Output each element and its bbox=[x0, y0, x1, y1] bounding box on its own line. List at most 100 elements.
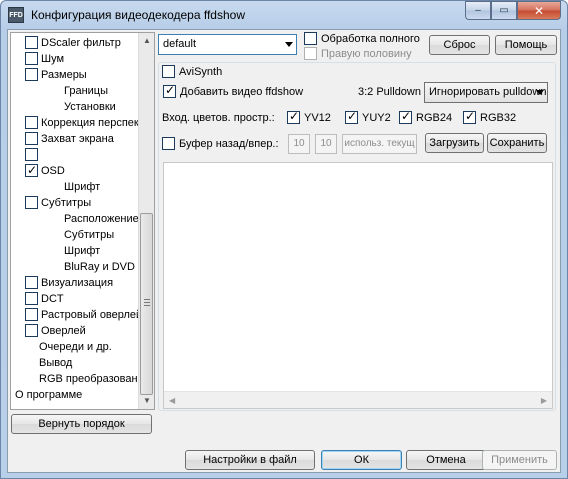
buffer-option[interactable]: Буфер назад/впер.: bbox=[162, 137, 279, 151]
scroll-left-icon[interactable]: ◀ bbox=[169, 392, 175, 409]
tree-item-4[interactable]: Установки bbox=[64, 99, 116, 115]
colorspace-rgb32-option[interactable]: RGB32 bbox=[463, 109, 516, 125]
tree-scrollbar[interactable]: ▲ ▼ bbox=[138, 33, 154, 409]
add-video-label: Добавить видео ffdshow bbox=[180, 86, 304, 98]
buffer-label: Буфер назад/впер.: bbox=[179, 138, 279, 150]
buffer-checkbox[interactable] bbox=[162, 137, 175, 150]
full-processing-option[interactable]: Обработка полного bbox=[304, 32, 420, 46]
pulldown-label: 3:2 Pulldown bbox=[358, 86, 421, 98]
reset-button[interactable]: Сброс bbox=[429, 35, 490, 55]
right-half-option[interactable]: Правую половину bbox=[304, 47, 412, 61]
apply-button[interactable]: Применить bbox=[482, 450, 557, 470]
colorspace-rgb24-checkbox[interactable] bbox=[399, 109, 412, 124]
add-video-option[interactable]: Добавить видео ffdshow bbox=[163, 83, 304, 99]
buffer-forward-field[interactable]: 10 bbox=[315, 134, 337, 154]
tree-item-3[interactable]: Границы bbox=[64, 83, 108, 99]
tree-item-checkbox[interactable] bbox=[25, 308, 38, 321]
reorder-arrows-icon[interactable]: ▲ ▼ bbox=[13, 148, 23, 162]
tree-item-7[interactable]: ▲ ▼ AviSynth bbox=[13, 147, 137, 163]
colorspace-rgb24-label: RGB24 bbox=[416, 112, 453, 124]
scroll-right-icon[interactable]: ▶ bbox=[541, 392, 547, 409]
cancel-button[interactable]: Отмена bbox=[406, 450, 486, 470]
tree-item-checkbox[interactable] bbox=[25, 68, 38, 81]
add-video-checkbox[interactable] bbox=[163, 83, 176, 98]
colorspace-yv12-checkbox[interactable] bbox=[287, 109, 300, 124]
tree-item-checkbox[interactable] bbox=[25, 276, 38, 289]
maximize-button[interactable]: ▭ bbox=[491, 1, 517, 20]
save-script-button[interactable]: Сохранить bbox=[487, 133, 547, 153]
colorspace-label: Вход. цветов. простр.: bbox=[162, 112, 275, 124]
avisynth-enable-option[interactable]: AviSynth bbox=[162, 65, 226, 79]
scroll-thumb[interactable] bbox=[140, 213, 153, 395]
tree-item-label: AviSynth bbox=[41, 149, 85, 161]
tree-item-18[interactable]: Оверлей bbox=[25, 323, 86, 339]
tree-item-19[interactable]: Очереди и др. bbox=[39, 339, 112, 355]
colorspace-rgb32-checkbox[interactable] bbox=[463, 109, 476, 124]
tree-item-checkbox[interactable] bbox=[25, 116, 38, 129]
tree-item-checkbox[interactable] bbox=[25, 196, 38, 209]
tree-item-10[interactable]: Субтитры bbox=[25, 195, 91, 211]
title-bar[interactable]: FFD Конфигурация видеодекодера ffdshow –… bbox=[1, 1, 567, 29]
tree-item-21[interactable]: RGB преобразование bbox=[39, 371, 150, 387]
tree-item-checkbox[interactable] bbox=[25, 162, 38, 178]
tree-item-checkbox[interactable] bbox=[25, 52, 38, 65]
tree-item-9[interactable]: Шрифт bbox=[64, 179, 100, 195]
colorspace-yuy2-checkbox[interactable] bbox=[345, 109, 358, 124]
tree-item-checkbox[interactable] bbox=[25, 36, 38, 49]
scroll-up-icon[interactable]: ▲ bbox=[139, 33, 154, 49]
tree-item-label: Оверлей bbox=[41, 325, 86, 337]
tree-item-label: BluRay и DVD bbox=[64, 261, 135, 273]
tree-item-16[interactable]: DCT bbox=[25, 291, 64, 307]
tree-item-label: Шрифт bbox=[64, 181, 101, 193]
tree-item-checkbox[interactable] bbox=[25, 324, 38, 337]
tree-item-12[interactable]: Субтитры bbox=[64, 227, 114, 243]
save-settings-to-file-button[interactable]: Настройки в файл bbox=[185, 450, 315, 470]
tree-item-label: Шрифт bbox=[64, 245, 101, 257]
buffer-use-current-field[interactable]: использ. текущ bbox=[342, 134, 417, 154]
right-half-checkbox[interactable] bbox=[304, 47, 317, 60]
minimize-button[interactable]: – bbox=[465, 1, 491, 20]
avisynth-enable-checkbox[interactable] bbox=[162, 65, 175, 78]
tree-item-checkbox[interactable] bbox=[25, 132, 38, 145]
tree-item-2[interactable]: Размеры bbox=[25, 67, 87, 83]
tree-item-label: RGB преобразование bbox=[39, 373, 150, 385]
avisynth-script-editor[interactable]: ◀ ▶ bbox=[163, 162, 553, 409]
preset-select[interactable]: default bbox=[158, 34, 297, 55]
right-half-label: Правую половину bbox=[321, 48, 412, 60]
colorspace-yuy2-option[interactable]: YUY2 bbox=[345, 109, 391, 125]
scroll-down-icon[interactable]: ▼ bbox=[139, 393, 154, 409]
tree-item-20[interactable]: Вывод bbox=[39, 355, 72, 371]
ok-button[interactable]: ОК bbox=[321, 450, 402, 470]
tree-item-label: Вывод bbox=[39, 357, 73, 369]
grip-icon bbox=[144, 299, 150, 308]
tree-item-checkbox[interactable] bbox=[25, 148, 38, 161]
tree-item-17[interactable]: Растровый оверлей bbox=[25, 307, 142, 323]
tree-item-15[interactable]: Визуализация bbox=[25, 275, 113, 291]
full-processing-checkbox[interactable] bbox=[304, 32, 317, 45]
help-button[interactable]: Помощь bbox=[495, 35, 557, 55]
tree-item-22[interactable]: О программе bbox=[15, 387, 82, 403]
colorspace-yv12-option[interactable]: YV12 bbox=[287, 109, 331, 125]
tree-item-14[interactable]: BluRay и DVD bbox=[64, 259, 135, 275]
tree-item-0[interactable]: DScaler фильтр bbox=[25, 35, 121, 51]
script-horizontal-scrollbar[interactable]: ◀ ▶ bbox=[164, 391, 552, 408]
close-icon: ✕ bbox=[533, 3, 545, 18]
tree-item-11[interactable]: Расположение bbox=[64, 211, 139, 227]
buffer-back-field[interactable]: 10 bbox=[288, 134, 310, 154]
tree-item-1[interactable]: Шум bbox=[25, 51, 64, 67]
pulldown-select[interactable]: Игнорировать pulldown bbox=[424, 82, 548, 103]
tree-item-6[interactable]: Захват экрана bbox=[25, 131, 114, 147]
tree-item-label: Захват экрана bbox=[41, 133, 114, 145]
tree-item-8[interactable]: OSD bbox=[25, 162, 65, 179]
close-button[interactable]: ✕ bbox=[517, 1, 561, 20]
caption-buttons: – ▭ ✕ bbox=[465, 1, 561, 21]
reset-order-button[interactable]: Вернуть порядок bbox=[11, 414, 152, 434]
tree-item-label: Границы bbox=[64, 85, 108, 97]
tree-item-checkbox[interactable] bbox=[25, 292, 38, 305]
tree-item-13[interactable]: Шрифт bbox=[64, 243, 100, 259]
filter-tree[interactable]: DScaler фильтр Шум Размеры Границы Установки… bbox=[10, 32, 155, 410]
colorspace-rgb24-option[interactable]: RGB24 bbox=[399, 109, 453, 125]
tree-item-label: Субтитры bbox=[64, 229, 115, 241]
load-script-button[interactable]: Загрузить bbox=[425, 133, 484, 153]
tree-item-5[interactable]: Коррекция перспективы bbox=[25, 115, 154, 131]
